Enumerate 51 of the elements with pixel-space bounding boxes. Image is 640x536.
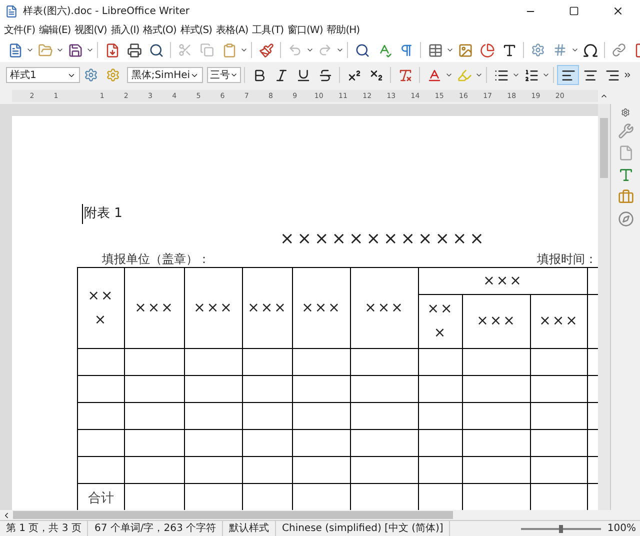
sidebar-menu-icon[interactable] bbox=[621, 108, 630, 117]
font-name-field[interactable]: 黑体;SimHei bbox=[127, 67, 204, 83]
navigator-icon[interactable] bbox=[618, 211, 634, 227]
fill-time-label: 填报时间： bbox=[537, 252, 597, 266]
menu-item[interactable]: 工具(T) bbox=[252, 22, 284, 38]
table-header-cell: ××× bbox=[530, 294, 588, 348]
table-header-cell: ××× bbox=[184, 267, 242, 348]
menu-item[interactable]: 帮助(H) bbox=[326, 22, 360, 38]
menu-item[interactable]: 编辑(E) bbox=[39, 22, 71, 38]
fill-unit-label: 填报单位（盖章）： bbox=[102, 252, 210, 266]
zoom-level[interactable]: 100% bbox=[607, 521, 640, 536]
menu-item[interactable]: 插入(I) bbox=[110, 22, 140, 38]
scroll-up-icon[interactable] bbox=[600, 92, 608, 100]
zoom-slider-thumb[interactable] bbox=[559, 524, 564, 532]
total-label: 合计 bbox=[88, 490, 114, 506]
table-header-cell: ××× bbox=[78, 267, 124, 348]
more-icon[interactable] bbox=[623, 70, 632, 80]
window-title: 样表(图六).doc - LibreOffice Writer bbox=[23, 4, 190, 18]
table-header-cell: ××× bbox=[418, 294, 462, 348]
document-icon bbox=[5, 4, 18, 18]
table-header-cell: ××× bbox=[418, 267, 588, 294]
alignment-icon bbox=[560, 68, 576, 82]
word-count: 67 个单词/字，263 个字符 bbox=[88, 521, 223, 536]
table-header-cell: ××× bbox=[292, 267, 350, 348]
menu-item[interactable]: 文件(F) bbox=[4, 22, 36, 38]
menu-item[interactable]: 视图(V) bbox=[74, 22, 107, 38]
menu-item[interactable]: 格式(O) bbox=[143, 22, 176, 38]
alignment-icon bbox=[604, 68, 620, 82]
table-header-cell: ××× bbox=[242, 267, 292, 348]
close-icon bbox=[612, 5, 624, 17]
scroll-left-icon[interactable] bbox=[2, 510, 11, 520]
styles-icon[interactable] bbox=[618, 167, 634, 183]
language-status: Chinese (simplified) [中文 (简体)] bbox=[276, 521, 450, 536]
page-style: 默认样式 bbox=[223, 521, 276, 536]
table-title: ×××××××××××× bbox=[280, 228, 487, 250]
vertical-scrollbar[interactable] bbox=[598, 104, 610, 510]
table-header-cell: ××× bbox=[462, 294, 530, 348]
heading: 附表 1 bbox=[82, 204, 122, 224]
page-count: 第 1 页，共 3 页 bbox=[0, 521, 88, 536]
alignment-icon bbox=[582, 68, 598, 82]
maximize-icon bbox=[569, 6, 579, 16]
menu-item[interactable]: 窗口(W) bbox=[288, 22, 323, 38]
gallery-icon[interactable] bbox=[618, 189, 634, 205]
table-header-cell: ××× bbox=[350, 267, 418, 348]
menu-item[interactable]: 表格(A) bbox=[216, 22, 248, 38]
menu-item[interactable]: 样式(S) bbox=[180, 22, 212, 38]
table-header-cell: ××× bbox=[124, 267, 184, 348]
font-size-field[interactable]: 三号 bbox=[207, 67, 242, 83]
paragraph-style-field[interactable]: 样式1 bbox=[6, 67, 80, 83]
align-button[interactable] bbox=[557, 65, 580, 85]
horizontal-scrollbar[interactable] bbox=[13, 511, 453, 519]
